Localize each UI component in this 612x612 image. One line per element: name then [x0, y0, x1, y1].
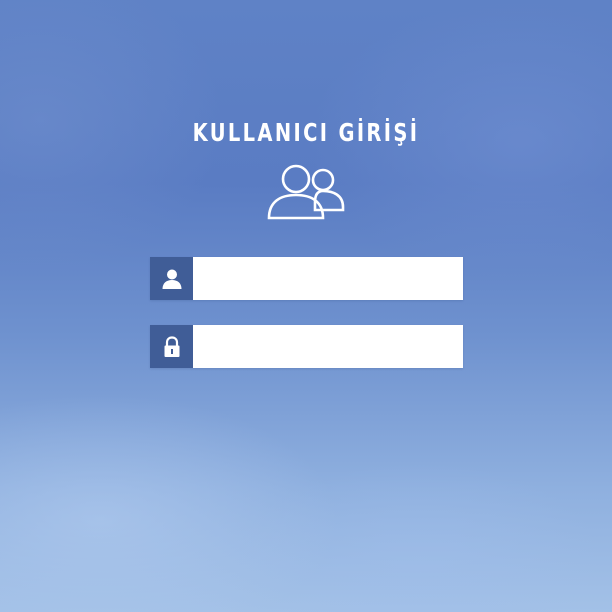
- password-icon-box: [150, 325, 193, 368]
- username-input[interactable]: [193, 257, 463, 300]
- username-field: [150, 257, 463, 300]
- login-title: KULLANICI GİRİŞİ: [192, 118, 420, 147]
- user-icon: [162, 269, 181, 289]
- password-input[interactable]: [193, 325, 463, 368]
- users-icon: [267, 164, 345, 220]
- password-field: [150, 325, 463, 368]
- lock-icon: [164, 335, 179, 357]
- username-icon-box: [150, 257, 193, 300]
